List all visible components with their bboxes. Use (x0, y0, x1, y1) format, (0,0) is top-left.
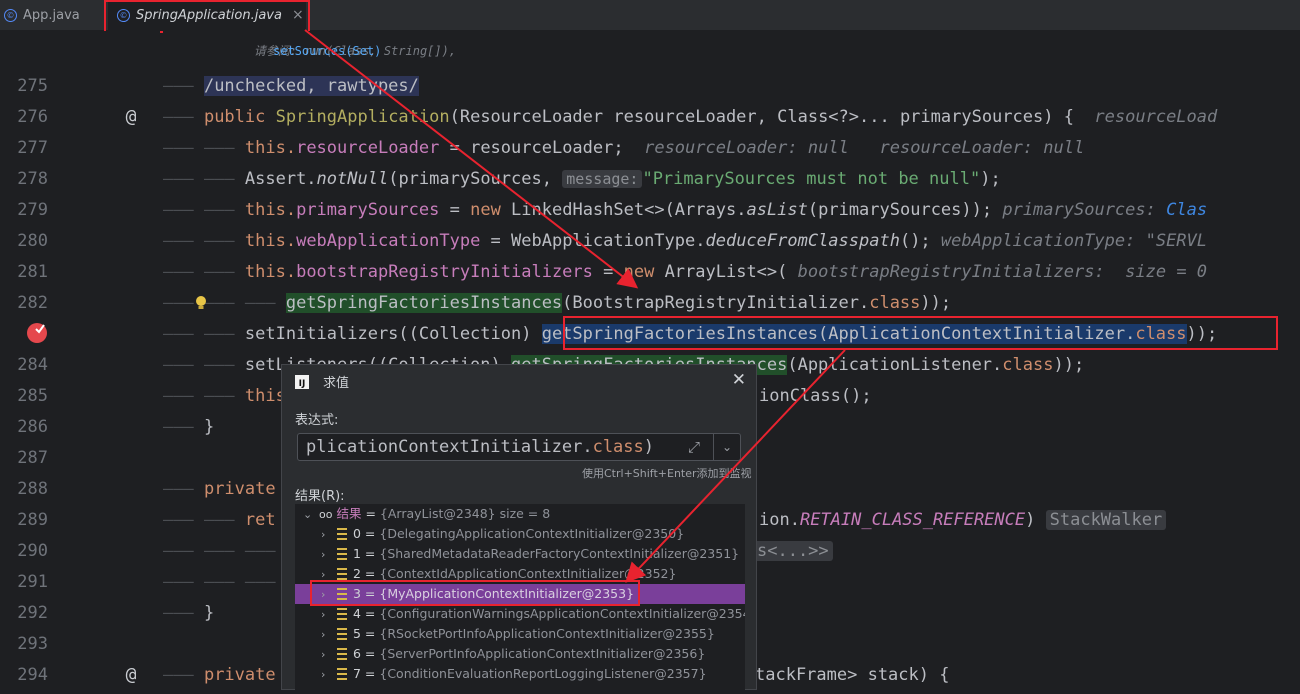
line-number: 286 (17, 417, 48, 437)
red-highlight-expression (563, 316, 1278, 350)
line-number: 277 (17, 138, 48, 158)
tab-label: App.java (23, 7, 80, 23)
dialog-title-bar[interactable]: IJ 求值 (295, 372, 349, 391)
list-element-icon (337, 628, 347, 640)
editor-gutter: 275 276 277 278 279 280 281 282 284 285 … (0, 31, 160, 690)
code-line-290: ——— ——— ——— (163, 541, 276, 561)
line-number: 278 (17, 169, 48, 189)
chevron-right-icon[interactable]: › (321, 645, 333, 665)
code-line-288: ——— private (163, 479, 276, 499)
chevron-down-icon: ⌄ (721, 440, 733, 454)
list-element-icon (337, 528, 347, 540)
doc-comment-link[interactable]: setSources(Set) (273, 43, 381, 59)
code-line-290-tail: s<...>> (753, 536, 833, 567)
line-number: 285 (17, 386, 48, 406)
code-line-281: ——— ——— this.bootstrapRegistryInitialize… (163, 262, 1208, 282)
chevron-down-icon[interactable]: ⌄ (303, 505, 315, 525)
line-number: 287 (17, 448, 48, 468)
line-number: 275 (17, 76, 48, 96)
code-line-280: ——— ——— this.webApplicationType = WebApp… (163, 231, 1208, 251)
override-at-icon[interactable]: @ (120, 664, 142, 686)
code-line-285-tail: ionClass(); (759, 386, 872, 406)
line-number: 276 (17, 107, 48, 127)
tree-item-row[interactable]: › 7 = {ConditionEvaluationReportLoggingLi… (295, 664, 745, 684)
chevron-right-icon[interactable]: › (321, 525, 333, 545)
expand-icon[interactable]: ⤢ (688, 434, 700, 460)
chevron-right-icon[interactable]: › (321, 605, 333, 625)
list-element-icon (337, 668, 347, 680)
expression-input[interactable]: plicationContextInitializer.class) ⤢ ⌄ (297, 433, 741, 461)
shortcut-hint: 使用Ctrl+Shift+Enter添加到监视 (582, 467, 752, 480)
line-number: 281 (17, 262, 48, 282)
line-number: 282 (17, 293, 48, 313)
code-line-275: ——— /unchecked, rawtypes/ (163, 76, 419, 96)
red-highlight-tree-item (310, 580, 640, 606)
code-line-279: ——— ——— this.primarySources = new Linked… (163, 200, 1208, 220)
watch-glasses-icon: oo (318, 508, 333, 521)
tree-item-row[interactable]: › 6 = {ServerPortInfoApplicationContextIn… (295, 644, 745, 664)
line-number: 284 (17, 355, 48, 375)
history-dropdown[interactable]: ⌄ (713, 434, 740, 460)
code-line-277: ——— ——— this.resourceLoader = resourceLo… (163, 138, 1085, 158)
chevron-right-icon[interactable]: › (321, 545, 333, 565)
tab-app-java[interactable]: © App.java (4, 0, 99, 30)
lightbulb-icon[interactable] (195, 295, 207, 311)
code-line-276: ——— public SpringApplication(ResourceLoa… (163, 107, 1218, 127)
result-label: 结果(R): (295, 489, 345, 504)
line-number: 289 (17, 510, 48, 530)
intellij-logo-icon: IJ (295, 374, 309, 389)
evaluate-expression-dialog: IJ 求值 ✕ 表达式: plicationContextInitializer… (281, 364, 757, 694)
chevron-right-icon[interactable]: › (321, 665, 333, 685)
code-line-291: ——— ——— ——— (163, 572, 276, 592)
doc-comment: 请参阅: run(Class, String[]), (253, 44, 457, 58)
tree-item-row[interactable]: › 4 = {ConfigurationWarningsApplicationCo… (295, 604, 745, 624)
list-element-icon (337, 568, 347, 580)
line-number: 288 (17, 479, 48, 499)
line-number: 293 (17, 634, 48, 654)
line-number: 290 (17, 541, 48, 561)
java-class-icon: © (4, 8, 17, 22)
code-line-282: ——— ——— ——— getSpringFactoriesInstances(… (163, 293, 952, 313)
code-line-285: ——— ——— this (163, 386, 286, 406)
line-number: 279 (17, 200, 48, 220)
code-line-278: ——— ——— Assert.notNull(primarySources, m… (163, 169, 1001, 189)
list-element-icon (337, 548, 347, 560)
code-line-286: ——— } (163, 417, 215, 437)
close-icon[interactable]: ✕ (732, 370, 746, 390)
tree-root-row[interactable]: ⌄ oo 结果 = {ArrayList@2348} size = 8 (295, 504, 745, 524)
breakpoint-icon[interactable] (27, 323, 47, 343)
line-number: 280 (17, 231, 48, 251)
line-number: 292 (17, 603, 48, 623)
list-element-icon (337, 608, 347, 620)
code-line-294-tail: tackFrame> stack) { (755, 665, 950, 685)
list-element-icon (337, 648, 347, 660)
line-number: 294 (17, 665, 48, 685)
tree-item-row[interactable]: › 0 = {DelegatingApplicationContextInitia… (295, 524, 745, 544)
tree-item-row[interactable]: › 5 = {RSocketPortInfoApplicationContextI… (295, 624, 745, 644)
line-number: 291 (17, 572, 48, 592)
code-line-289: ——— ——— ret (163, 510, 276, 530)
tree-item-row[interactable]: › 1 = {SharedMetadataReaderFactoryContext… (295, 544, 745, 564)
red-highlight-tab (104, 0, 310, 33)
dialog-title: 求值 (323, 376, 350, 391)
param-hint-tag: message: (562, 170, 643, 188)
code-line-294: ——— private (163, 665, 276, 685)
code-line-292: ——— } (163, 603, 215, 623)
breakpoint-check-icon (35, 324, 45, 334)
chevron-right-icon[interactable]: › (321, 625, 333, 645)
expression-label: 表达式: (295, 413, 339, 428)
code-line-289-tail: ion.RETAIN_CLASS_REFERENCE) StackWalker (759, 505, 1167, 536)
override-at-icon[interactable]: @ (120, 106, 142, 128)
